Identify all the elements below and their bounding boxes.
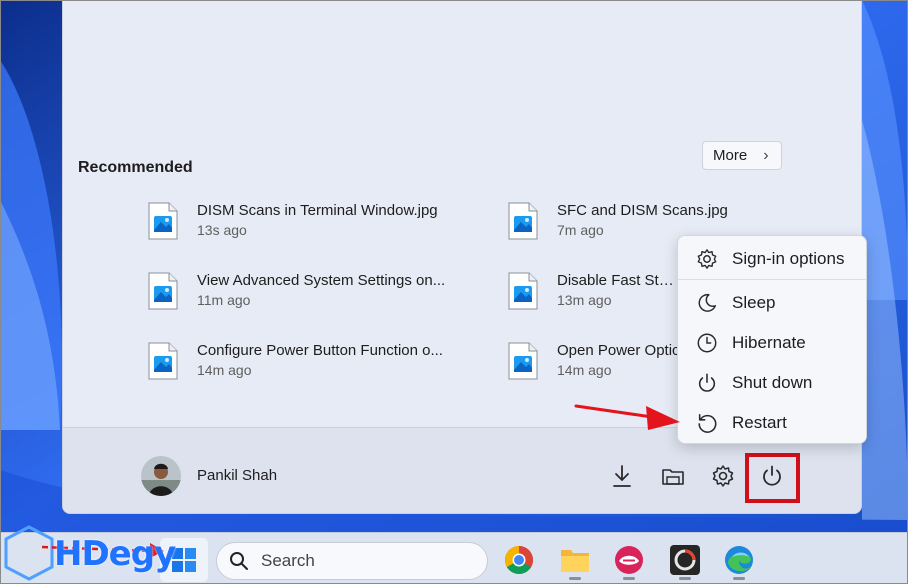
recommended-item-name: Disable Fast Startu xyxy=(557,272,682,289)
download-icon xyxy=(613,465,631,487)
recommended-item-time: 14m ago xyxy=(557,362,612,378)
recommended-item-name: View Advanced System Settings on... xyxy=(197,272,446,289)
restart-icon xyxy=(698,413,717,433)
chevron-right-icon: › xyxy=(763,146,769,164)
more-button[interactable]: More › xyxy=(702,141,782,170)
recommended-item[interactable]: Disable Fast Startu 13m ago xyxy=(508,272,682,320)
edge-icon[interactable] xyxy=(724,545,754,575)
settings-button[interactable] xyxy=(708,461,738,491)
clock-icon xyxy=(697,333,717,353)
sleep-item[interactable]: Sleep xyxy=(678,286,868,320)
image-file-icon xyxy=(148,342,178,380)
running-indicator xyxy=(733,577,745,580)
image-file-icon xyxy=(148,202,178,240)
user-name: Pankil Shah xyxy=(197,467,278,484)
recommended-item-name: DISM Scans in Terminal Window.jpg xyxy=(197,202,438,219)
running-indicator xyxy=(623,577,635,580)
running-indicator xyxy=(569,577,581,580)
recommended-item[interactable]: DISM Scans in Terminal Window.jpg 13s ag… xyxy=(148,202,478,250)
recommended-item-time: 14m ago xyxy=(197,362,252,378)
recommended-item[interactable]: View Advanced System Settings on... 11m … xyxy=(148,272,478,320)
sign-in-options-item[interactable]: Sign-in options xyxy=(678,242,868,276)
more-label: More xyxy=(713,147,748,164)
search-box[interactable]: Search xyxy=(216,542,488,580)
downloads-button[interactable] xyxy=(607,461,637,491)
recommended-item[interactable]: Configure Power Button Function o... 14m… xyxy=(148,342,478,390)
power-menu-label: Sleep xyxy=(732,293,776,312)
recommended-item-name: SFC and DISM Scans.jpg xyxy=(557,202,728,219)
app-icon-2[interactable] xyxy=(670,545,700,575)
search-placeholder: Search xyxy=(261,551,315,570)
gear-icon xyxy=(697,249,717,269)
app-icon[interactable] xyxy=(614,545,644,575)
recommended-item-time: 11m ago xyxy=(197,292,251,308)
power-menu-label: Shut down xyxy=(732,373,813,392)
hibernate-item[interactable]: Hibernate xyxy=(678,326,868,360)
recommended-item[interactable]: Open Power Optic 14m ago xyxy=(508,342,680,390)
recommended-title: Recommended xyxy=(78,159,193,176)
power-menu-label: Hibernate xyxy=(732,333,806,352)
power-menu: Sign-in options Sleep Hibernate Shut dow… xyxy=(677,235,867,444)
recommended-item-name: Configure Power Button Function o... xyxy=(197,342,443,359)
gear-icon xyxy=(712,465,734,487)
power-button[interactable] xyxy=(757,461,787,491)
recommended-item-name: Open Power Optic xyxy=(557,342,680,359)
watermark-text: HDegy xyxy=(54,534,176,574)
image-file-icon xyxy=(508,202,538,240)
power-menu-label: Sign-in options xyxy=(732,249,845,268)
restart-item[interactable]: Restart xyxy=(678,406,868,440)
divider xyxy=(678,279,866,280)
power-icon xyxy=(698,373,716,392)
image-file-icon xyxy=(508,342,538,380)
folder-icon xyxy=(662,469,684,485)
image-file-icon xyxy=(148,272,178,310)
power-icon xyxy=(763,465,781,486)
chrome-icon[interactable] xyxy=(504,545,534,575)
file-explorer-icon[interactable] xyxy=(560,545,590,575)
recommended-item-time: 13s ago xyxy=(197,222,247,238)
power-menu-label: Restart xyxy=(732,413,787,432)
recommended-item-time: 13m ago xyxy=(557,292,612,308)
running-indicator xyxy=(679,577,691,580)
image-file-icon xyxy=(508,272,538,310)
moon-icon xyxy=(698,293,716,312)
shut-down-item[interactable]: Shut down xyxy=(678,366,868,400)
file-explorer-button[interactable] xyxy=(658,461,688,491)
annotation-arrow xyxy=(574,404,680,430)
search-icon xyxy=(230,552,248,570)
avatar[interactable] xyxy=(141,456,181,496)
